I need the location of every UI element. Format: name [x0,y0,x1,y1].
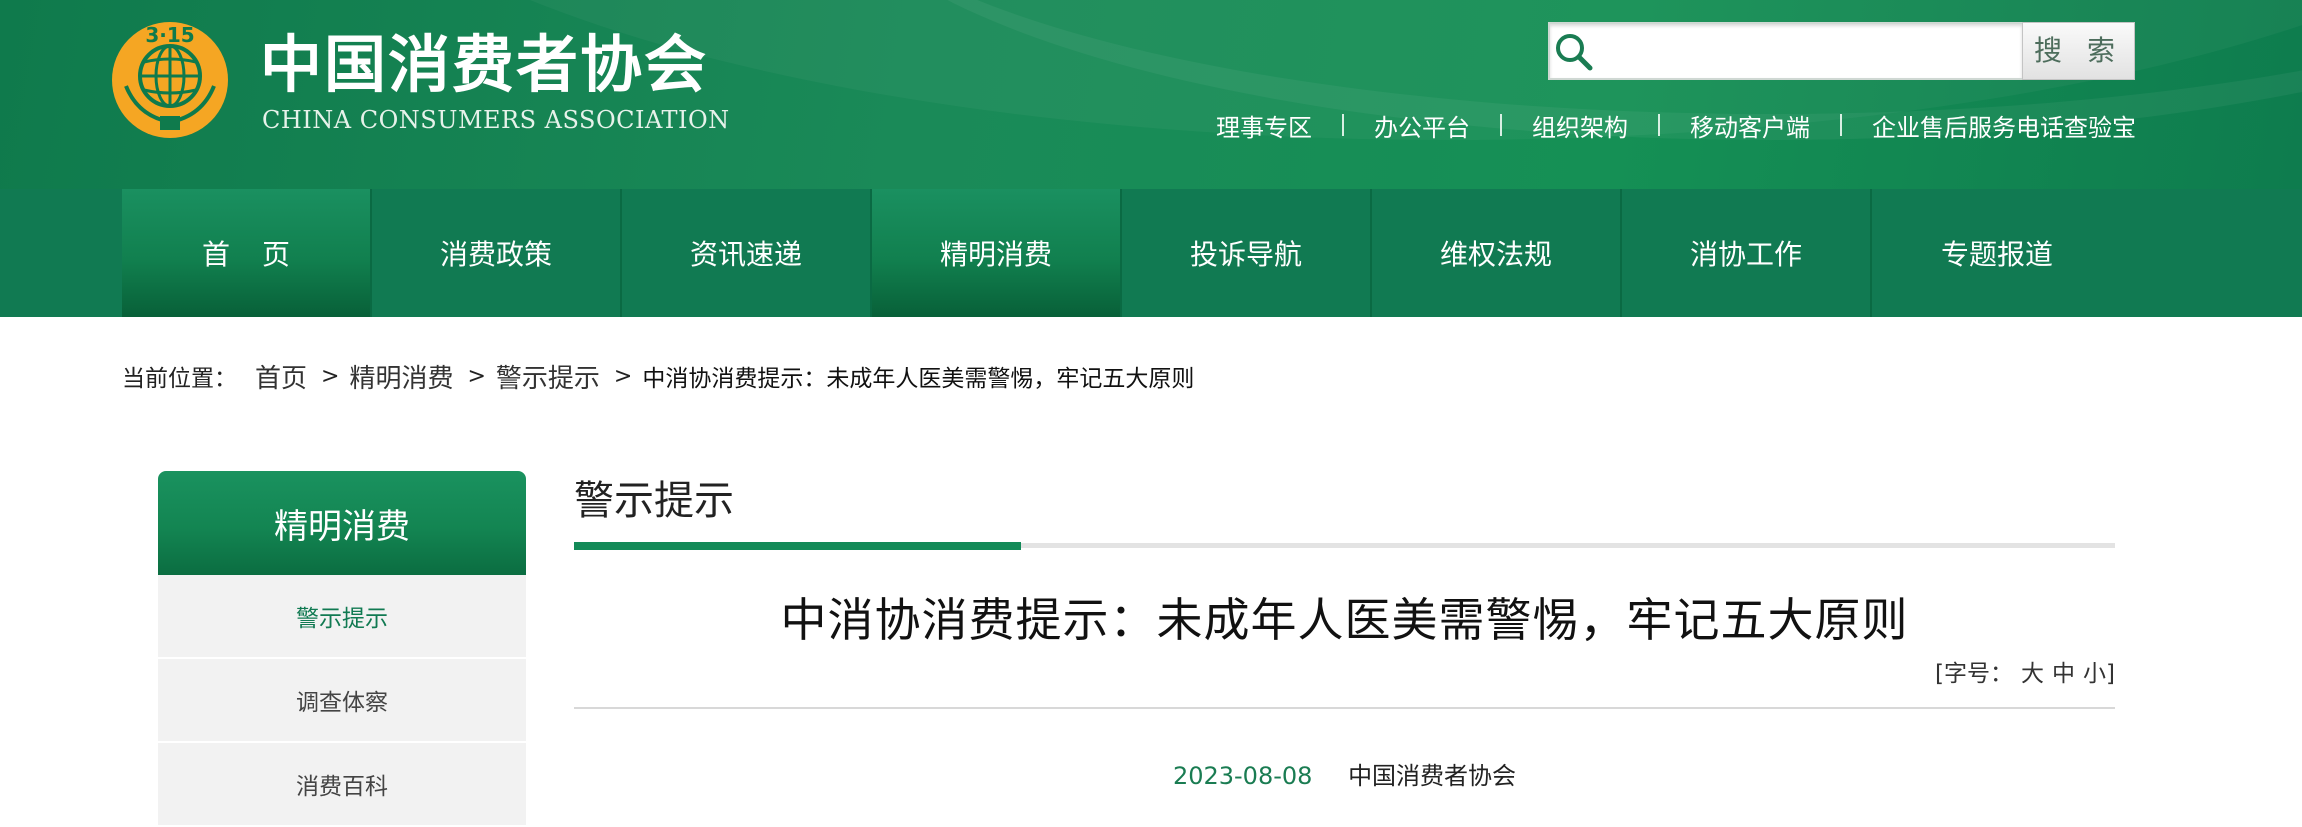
article-title: 中消协消费提示：未成年人医美需警惕，牢记五大原则 [780,593,1909,647]
nav-item-association-work[interactable]: 消协工作 [1622,189,1872,317]
article-meta: 2023-08-08 中国消费者协会 [574,756,2115,791]
sidebar-item-warnings[interactable]: 警示提示 [158,575,526,657]
top-link-council[interactable]: 理事专区 [1216,108,1312,143]
font-size-bracket-close: ] [2106,661,2115,687]
breadcrumb-label: 当前位置： [122,366,237,392]
font-size-label: 字号： [1944,661,2014,687]
article-source: 中国消费者协会 [1348,762,1517,790]
sidebar-title: 精明消费 [158,471,526,575]
section-title: 警示提示 [574,478,734,524]
breadcrumb-current: 中消协消费提示：未成年人医美需警惕，牢记五大原则 [642,366,1195,392]
nav-item-special-reports[interactable]: 专题报道 [1872,189,2122,317]
article-divider [574,707,2115,709]
font-size-large-button[interactable]: 大 [2021,661,2044,687]
breadcrumb: 当前位置： 首页 > 精明消费 > 警示提示 > 中消协消费提示：未成年人医美需… [122,356,1194,396]
breadcrumb-home[interactable]: 首页 [255,358,307,395]
search-button[interactable]: 搜 索 [2022,22,2135,80]
search-icon [1556,34,1593,71]
sidebar-item-surveys[interactable]: 调查体察 [158,659,526,741]
logo-badge-text: 3·15 [145,23,194,47]
font-size-control: [字号： 大中小] [1935,654,2115,688]
nav-item-smart-consumption[interactable]: 精明消费 [872,189,1122,317]
breadcrumb-smart-consumption[interactable]: 精明消费 [349,358,453,395]
sidebar-menu: 警示提示 调查体察 消费百科 [158,575,526,827]
breadcrumb-warnings[interactable]: 警示提示 [496,358,600,395]
sidebar-item-consumer-encyclopedia[interactable]: 消费百科 [158,743,526,825]
font-size-small-button[interactable]: 小 [2083,661,2106,687]
breadcrumb-separator: > [467,363,486,389]
top-link-divider [1840,114,1842,136]
font-size-medium-button[interactable]: 中 [2052,661,2075,687]
breadcrumb-separator: > [613,363,633,389]
nav-item-rights-law[interactable]: 维权法规 [1372,189,1622,317]
main-nav: 首页 消费政策 资讯速递 精明消费 投诉导航 维权法规 消协工作 专题报道 [0,189,2302,317]
nav-item-consumer-policy[interactable]: 消费政策 [372,189,622,317]
logo-emblem-icon[interactable]: 3·15 [108,16,232,142]
search-input[interactable] [1600,26,2020,76]
top-link-divider [1342,114,1344,136]
top-link-divider [1658,114,1660,136]
top-link-office[interactable]: 办公平台 [1374,108,1470,143]
breadcrumb-separator: > [321,363,340,389]
org-name-en: CHINA CONSUMERS ASSOCIATION [262,106,730,134]
font-size-bracket-open: [ [1935,661,1945,687]
org-name-cn[interactable]: 中国消费者协会 [260,22,708,108]
site-header: 3·15 中国消费者协会 CHINA CONSUMERS ASSOCIATION… [0,0,2302,189]
top-link-divider [1500,114,1502,136]
top-link-service-hotline-check[interactable]: 企业售后服务电话查验宝 [1872,108,2136,143]
nav-item-home[interactable]: 首页 [122,189,372,317]
section-divider-accent [574,542,1021,550]
nav-item-complaint-guide[interactable]: 投诉导航 [1122,189,1372,317]
top-links: 理事专区 办公平台 组织架构 移动客户端 企业售后服务电话查验宝 [1212,105,2136,145]
top-link-mobile-client[interactable]: 移动客户端 [1690,108,1810,143]
article-date: 2023-08-08 [1172,762,1313,790]
nav-item-news[interactable]: 资讯速递 [622,189,872,317]
top-link-organization[interactable]: 组织架构 [1532,108,1628,143]
